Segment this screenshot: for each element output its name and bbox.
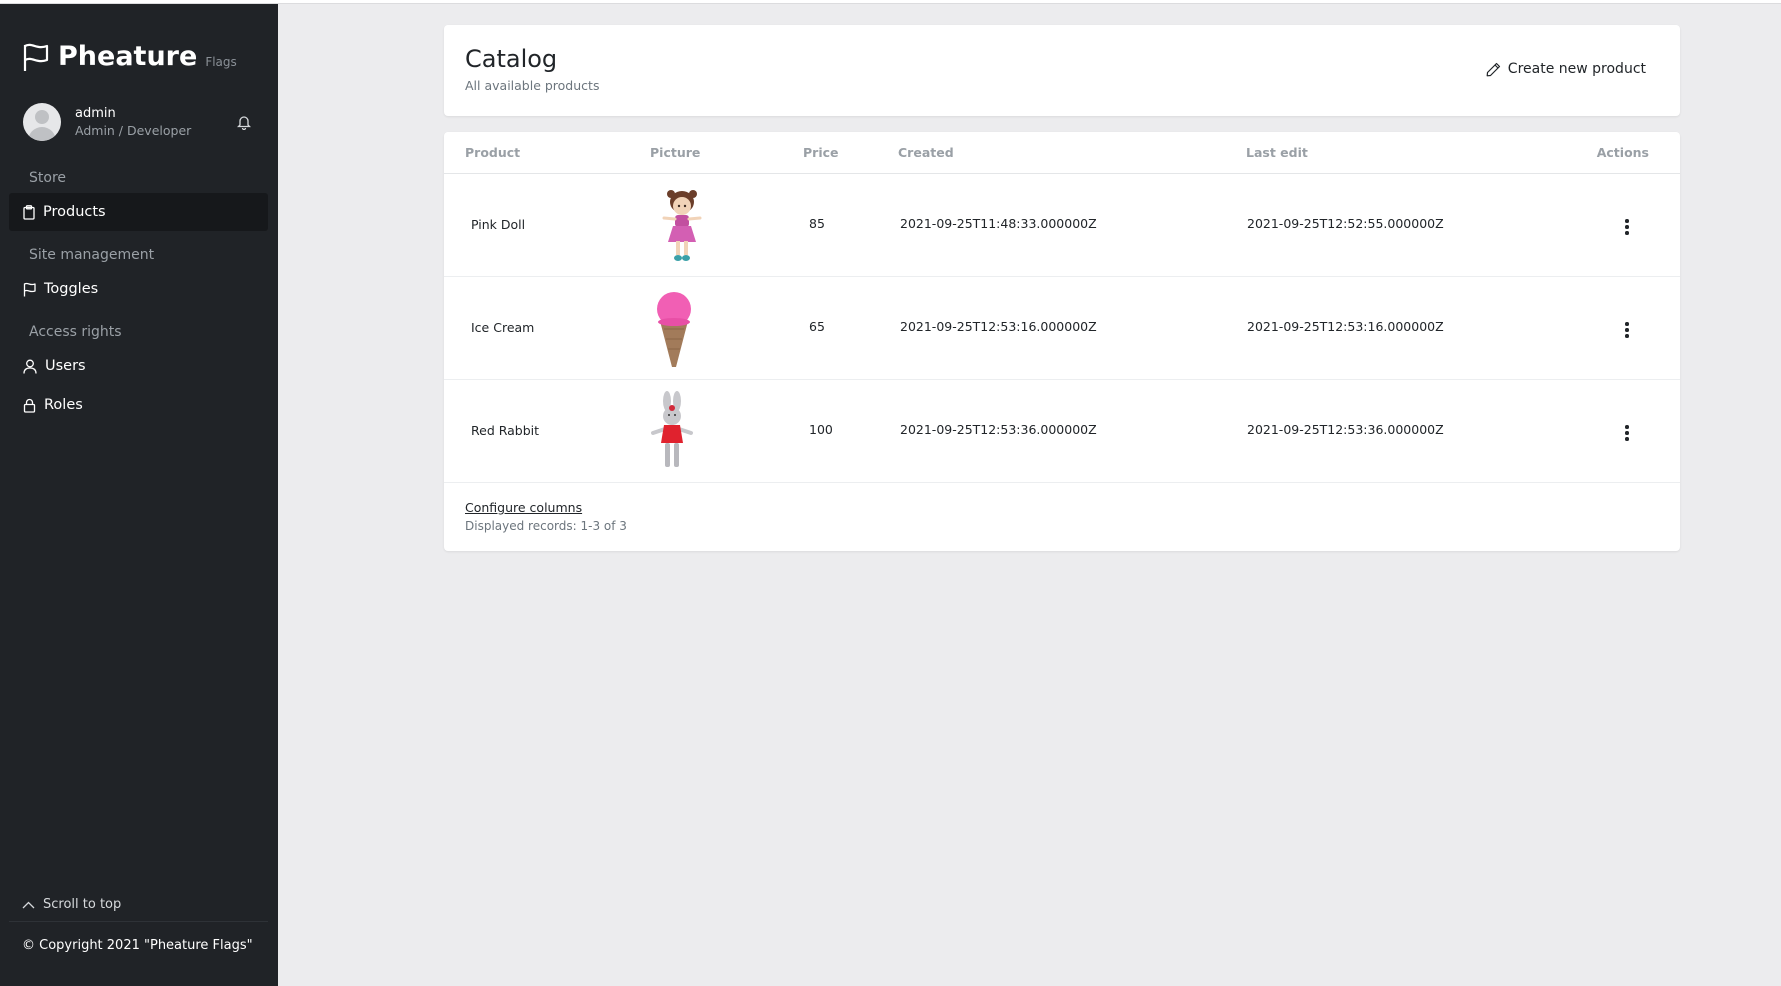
sidebar-item-label: Users xyxy=(45,358,86,374)
product-price: 85 xyxy=(809,216,825,231)
sidebar-item-users[interactable]: Users xyxy=(9,347,268,385)
brand-name: Pheature xyxy=(58,41,198,72)
column-header-actions: Actions xyxy=(1596,145,1649,160)
user-icon xyxy=(23,359,37,374)
pencil-icon xyxy=(1486,62,1500,76)
sidebar-item-label: Toggles xyxy=(44,281,99,297)
product-price: 65 xyxy=(809,319,825,334)
create-product-label: Create new product xyxy=(1507,61,1646,77)
flag-icon xyxy=(23,282,36,296)
product-name: Pink Doll xyxy=(471,217,526,232)
create-product-button[interactable]: Create new product xyxy=(1486,61,1646,77)
user-role: Admin / Developer xyxy=(75,122,192,138)
products-table: Product Picture Price Created Last edit … xyxy=(444,132,1680,551)
sidebar-item-label: Roles xyxy=(44,397,83,413)
column-header-product[interactable]: Product xyxy=(465,145,520,160)
sidebar-item-roles[interactable]: Roles xyxy=(9,386,268,424)
red-rabbit-image xyxy=(651,391,693,467)
pink-doll-image xyxy=(662,190,702,261)
configure-columns-link[interactable]: Configure columns xyxy=(465,500,582,515)
sidebar-item-toggles[interactable]: Toggles xyxy=(9,270,268,308)
product-created: 2021-09-25T12:53:16.000000Z xyxy=(900,319,1097,334)
scroll-to-top-button[interactable]: Scroll to top xyxy=(22,897,121,912)
page-subtitle: All available products xyxy=(465,78,600,93)
brand-sub: Flags xyxy=(205,55,237,69)
product-name: Ice Cream xyxy=(471,320,535,335)
lock-icon xyxy=(23,398,36,413)
records-count: Displayed records: 1-3 of 3 xyxy=(465,519,627,533)
row-actions-menu-icon[interactable] xyxy=(1624,322,1630,338)
table-row[interactable]: Red Rabbit 100 2021-09-25T12:53:36.00000… xyxy=(444,380,1680,483)
column-header-last-edit[interactable]: Last edit xyxy=(1246,145,1308,160)
sidebar-divider xyxy=(9,921,268,922)
flag-logo-icon xyxy=(23,43,49,71)
user-name: admin xyxy=(75,105,116,121)
table-row[interactable]: Ice Cream 65 2021-09-25T12:53:16.000000Z… xyxy=(444,277,1680,380)
page-header: Catalog All available products Create ne… xyxy=(444,25,1680,116)
chevron-up-icon xyxy=(22,901,35,908)
copyright: © Copyright 2021 "Pheature Flags" xyxy=(22,938,253,953)
product-last-edit: 2021-09-25T12:52:55.000000Z xyxy=(1247,216,1444,231)
row-actions-menu-icon[interactable] xyxy=(1624,219,1630,235)
product-name: Red Rabbit xyxy=(471,423,540,438)
product-created: 2021-09-25T11:48:33.000000Z xyxy=(900,216,1097,231)
product-price: 100 xyxy=(809,422,833,437)
column-header-created[interactable]: Created xyxy=(898,145,954,160)
nav-section-store: Store xyxy=(29,170,67,186)
sidebar-item-products[interactable]: Products xyxy=(9,193,268,231)
table-row[interactable]: Pink Doll 85 2021-09-25T11:48:33.000000Z… xyxy=(444,174,1680,277)
column-header-price[interactable]: Price xyxy=(803,145,839,160)
row-actions-menu-icon[interactable] xyxy=(1624,425,1630,441)
page-title: Catalog xyxy=(465,45,558,73)
sidebar: Pheature Flags admin Admin / Developer S… xyxy=(0,4,278,986)
product-created: 2021-09-25T12:53:36.000000Z xyxy=(900,422,1097,437)
nav-section-access-rights: Access rights xyxy=(29,324,122,340)
avatar[interactable] xyxy=(23,103,61,141)
clipboard-icon xyxy=(23,204,35,220)
bell-icon[interactable] xyxy=(237,114,251,130)
scroll-to-top-label: Scroll to top xyxy=(43,897,122,912)
column-header-picture[interactable]: Picture xyxy=(650,145,700,160)
ice-cream-image xyxy=(657,292,691,367)
product-last-edit: 2021-09-25T12:53:36.000000Z xyxy=(1247,422,1444,437)
nav-section-site-management: Site management xyxy=(29,247,155,263)
product-last-edit: 2021-09-25T12:53:16.000000Z xyxy=(1247,319,1444,334)
sidebar-item-label: Products xyxy=(43,204,106,220)
user-panel: admin Admin / Developer xyxy=(23,101,263,143)
brand-logo[interactable]: Pheature Flags xyxy=(22,42,237,72)
